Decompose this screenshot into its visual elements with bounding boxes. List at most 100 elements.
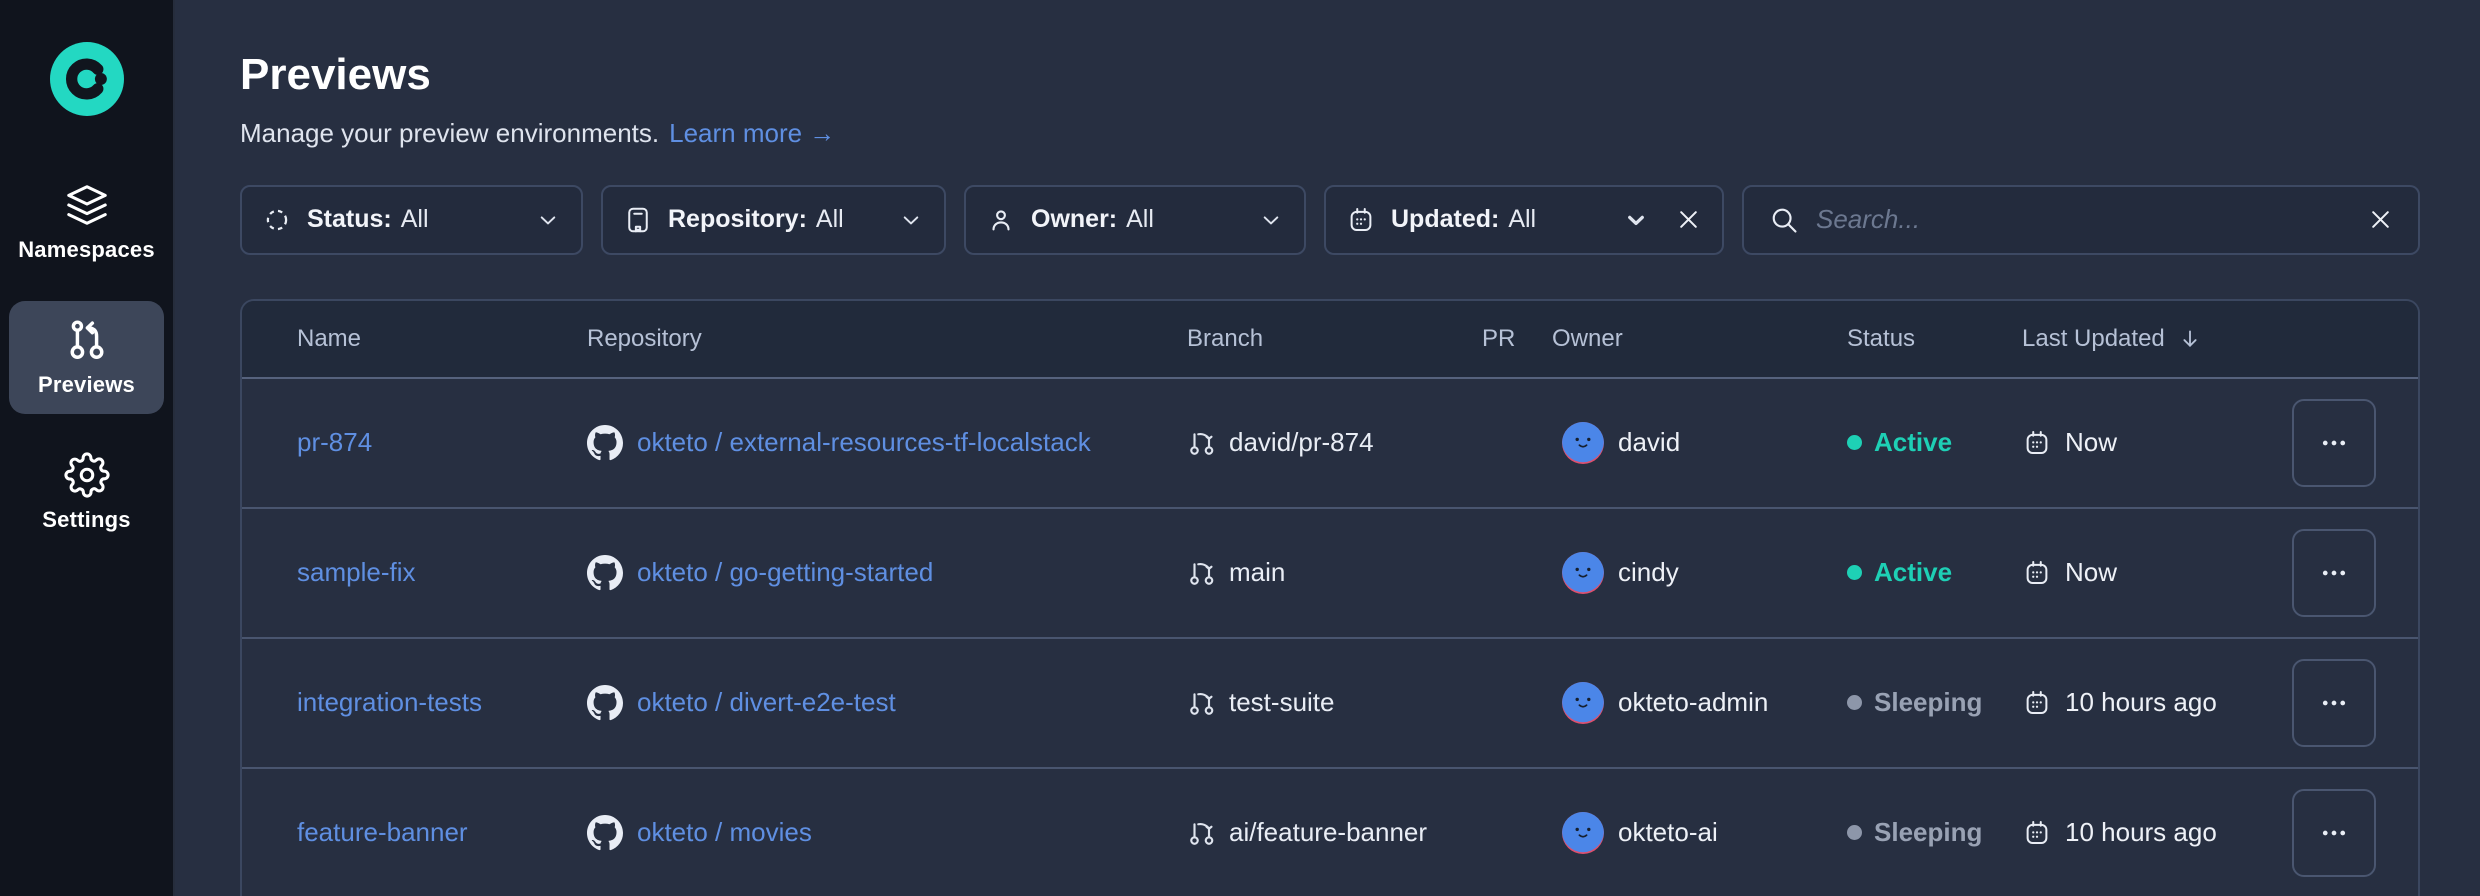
- status-dot: [1847, 565, 1862, 580]
- sidebar-item-settings[interactable]: Settings: [9, 436, 164, 549]
- row-menu-button[interactable]: [2292, 529, 2376, 617]
- owner-name: cindy: [1618, 557, 1679, 588]
- preview-name-cell: integration-tests: [242, 687, 587, 718]
- clear-filter-icon[interactable]: [1675, 206, 1702, 233]
- table-row[interactable]: integration-tests okteto / divert-e2e-te…: [242, 639, 2418, 769]
- subtitle-text: Manage your preview environments.: [240, 117, 659, 150]
- status-cell: Sleeping: [1847, 817, 2022, 848]
- branch-name: test-suite: [1229, 687, 1335, 718]
- calendar-icon: [2022, 558, 2052, 588]
- last-updated-cell: Now: [2022, 427, 2292, 458]
- repository-link[interactable]: okteto / divert-e2e-test: [637, 687, 896, 718]
- owner-avatar: [1562, 422, 1604, 464]
- ellipsis-icon: [2319, 428, 2349, 458]
- main-content: Previews Manage your preview environment…: [175, 0, 2480, 896]
- repository-cell: okteto / external-resources-tf-localstac…: [587, 425, 1187, 461]
- sidebar-item-label: Settings: [42, 507, 130, 533]
- column-header-last-updated[interactable]: Last Updated: [2022, 325, 2292, 353]
- git-previews-icon: [64, 317, 110, 363]
- ellipsis-icon: [2319, 688, 2349, 718]
- filter-owner[interactable]: Owner: All: [964, 185, 1306, 255]
- preview-name-link[interactable]: integration-tests: [297, 687, 482, 717]
- status-cell: Active: [1847, 557, 2022, 588]
- owner-avatar: [1562, 552, 1604, 594]
- last-updated-text: 10 hours ago: [2065, 687, 2217, 718]
- owner-avatar: [1562, 682, 1604, 724]
- sidebar-item-namespaces[interactable]: Namespaces: [9, 166, 164, 279]
- search-icon: [1768, 204, 1800, 236]
- filter-value: All: [1126, 205, 1154, 234]
- filter-repository[interactable]: Repository: All: [601, 185, 946, 255]
- filter-label: Status:: [307, 205, 392, 234]
- branch-cell: david/pr-874: [1187, 427, 1482, 458]
- preview-name-link[interactable]: pr-874: [297, 427, 372, 457]
- page-subtitle: Manage your preview environments. Learn …: [240, 117, 2420, 150]
- column-header-owner[interactable]: Owner: [1552, 325, 1847, 353]
- row-menu-button[interactable]: [2292, 659, 2376, 747]
- filter-updated[interactable]: Updated: All: [1324, 185, 1724, 255]
- repository-link[interactable]: okteto / movies: [637, 817, 812, 848]
- last-updated-cell: Now: [2022, 557, 2292, 588]
- calendar-icon: [2022, 688, 2052, 718]
- status-dot: [1847, 825, 1862, 840]
- search-box[interactable]: [1742, 185, 2420, 255]
- branch-cell: main: [1187, 557, 1482, 588]
- repository-link[interactable]: okteto / external-resources-tf-localstac…: [637, 427, 1091, 458]
- column-header-status[interactable]: Status: [1847, 325, 2022, 353]
- okteto-logo[interactable]: [50, 42, 124, 116]
- gear-icon: [64, 452, 110, 498]
- column-header-branch[interactable]: Branch: [1187, 325, 1482, 353]
- table-row[interactable]: feature-banner okteto / movies ai/featur…: [242, 769, 2418, 896]
- branch-cell: ai/feature-banner: [1187, 817, 1482, 848]
- column-header-repository[interactable]: Repository: [587, 325, 1187, 353]
- status-badge: Active: [1874, 557, 1952, 588]
- sidebar-item-previews[interactable]: Previews: [9, 301, 164, 414]
- sidebar-item-label: Previews: [38, 372, 135, 398]
- last-updated-text: Now: [2065, 557, 2117, 588]
- repository-link[interactable]: okteto / go-getting-started: [637, 557, 933, 588]
- filter-status[interactable]: Status: All: [240, 185, 583, 255]
- table-body: pr-874 okteto / external-resources-tf-lo…: [242, 379, 2418, 896]
- preview-name-link[interactable]: feature-banner: [297, 817, 468, 847]
- filter-label: Updated:: [1391, 205, 1499, 234]
- clear-search-icon[interactable]: [2367, 206, 2394, 233]
- last-updated-cell: 10 hours ago: [2022, 817, 2292, 848]
- git-branch-icon: [1187, 558, 1217, 588]
- chevron-down-icon: [1623, 207, 1649, 233]
- table-row[interactable]: sample-fix okteto / go-getting-started m…: [242, 509, 2418, 639]
- chevron-down-icon: [535, 207, 561, 233]
- column-header-pr[interactable]: PR: [1482, 325, 1552, 353]
- sort-desc-icon[interactable]: [2177, 326, 2203, 352]
- learn-more-link[interactable]: Learn more→: [669, 117, 835, 150]
- owner-name: okteto-admin: [1618, 687, 1768, 718]
- git-branch-icon: [1187, 818, 1217, 848]
- row-menu-button[interactable]: [2292, 789, 2376, 877]
- dashed-circle-icon: [262, 205, 292, 235]
- filter-label: Repository:: [668, 205, 807, 234]
- status-cell: Sleeping: [1847, 687, 2022, 718]
- calendar-icon: [1346, 205, 1376, 235]
- table-row[interactable]: pr-874 okteto / external-resources-tf-lo…: [242, 379, 2418, 509]
- git-branch-icon: [1187, 428, 1217, 458]
- last-updated-text: 10 hours ago: [2065, 817, 2217, 848]
- sidebar: Namespaces Previews Settings: [0, 0, 175, 896]
- github-icon: [587, 425, 623, 461]
- preview-name-cell: pr-874: [242, 427, 587, 458]
- filter-value: All: [401, 205, 429, 234]
- search-input[interactable]: [1816, 204, 2341, 235]
- last-updated-cell: 10 hours ago: [2022, 687, 2292, 718]
- calendar-icon: [2022, 818, 2052, 848]
- column-header-name[interactable]: Name: [242, 325, 587, 353]
- last-updated-text: Now: [2065, 427, 2117, 458]
- owner-cell: okteto-ai: [1552, 812, 1847, 854]
- preview-name-link[interactable]: sample-fix: [297, 557, 415, 587]
- row-menu-button[interactable]: [2292, 399, 2376, 487]
- filter-bar: Status: All Repository: All Owner:: [240, 185, 2420, 255]
- actions-cell: [2292, 529, 2418, 617]
- actions-cell: [2292, 789, 2418, 877]
- repository-cell: okteto / movies: [587, 815, 1187, 851]
- layers-icon: [64, 182, 110, 228]
- owner-cell: okteto-admin: [1552, 682, 1847, 724]
- filter-value: All: [816, 205, 844, 234]
- status-dot: [1847, 435, 1862, 450]
